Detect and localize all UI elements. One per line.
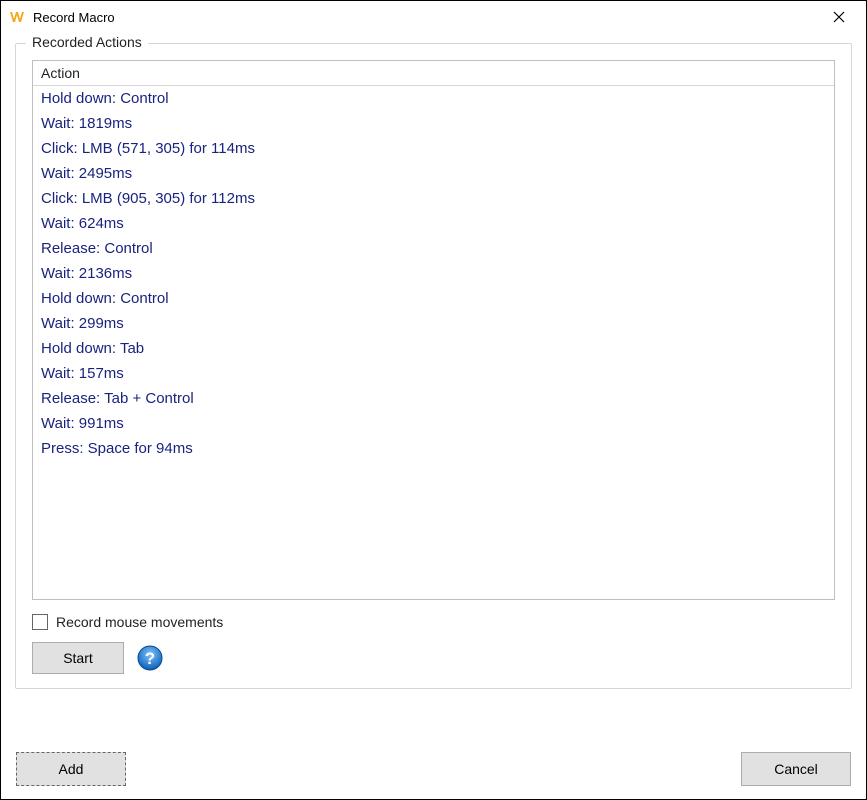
- action-row[interactable]: Click: LMB (571, 305) for 114ms: [33, 136, 834, 161]
- action-row[interactable]: Release: Control: [33, 236, 834, 261]
- action-row[interactable]: Hold down: Control: [33, 86, 834, 111]
- action-row[interactable]: Wait: 991ms: [33, 411, 834, 436]
- action-row[interactable]: Press: Space for 94ms: [33, 436, 834, 461]
- action-row[interactable]: Click: LMB (905, 305) for 112ms: [33, 186, 834, 211]
- titlebar: Record Macro: [1, 1, 866, 33]
- action-row[interactable]: Wait: 299ms: [33, 311, 834, 336]
- action-row[interactable]: Wait: 2495ms: [33, 161, 834, 186]
- action-row[interactable]: Hold down: Control: [33, 286, 834, 311]
- window-title: Record Macro: [33, 10, 816, 25]
- recorded-actions-group: Recorded Actions Action Hold down: Contr…: [15, 43, 852, 689]
- action-row[interactable]: Hold down: Tab: [33, 336, 834, 361]
- record-mouse-label[interactable]: Record mouse movements: [56, 614, 223, 630]
- action-row[interactable]: Wait: 157ms: [33, 361, 834, 386]
- add-button[interactable]: Add: [16, 752, 126, 786]
- cancel-button[interactable]: Cancel: [741, 752, 851, 786]
- action-row[interactable]: Wait: 1819ms: [33, 111, 834, 136]
- app-icon: [9, 9, 25, 25]
- action-row[interactable]: Wait: 2136ms: [33, 261, 834, 286]
- action-row[interactable]: Wait: 624ms: [33, 211, 834, 236]
- actions-column-header[interactable]: Action: [33, 61, 834, 86]
- actions-list[interactable]: Action Hold down: ControlWait: 1819msCli…: [32, 60, 835, 600]
- record-mouse-checkbox[interactable]: [32, 614, 48, 630]
- help-icon[interactable]: ?: [136, 644, 164, 672]
- group-label: Recorded Actions: [26, 34, 148, 50]
- start-button[interactable]: Start: [32, 642, 124, 674]
- action-row[interactable]: Release: Tab + Control: [33, 386, 834, 411]
- window-close-button[interactable]: [816, 1, 862, 33]
- dialog-footer: Add Cancel: [0, 738, 867, 800]
- svg-text:?: ?: [145, 649, 155, 668]
